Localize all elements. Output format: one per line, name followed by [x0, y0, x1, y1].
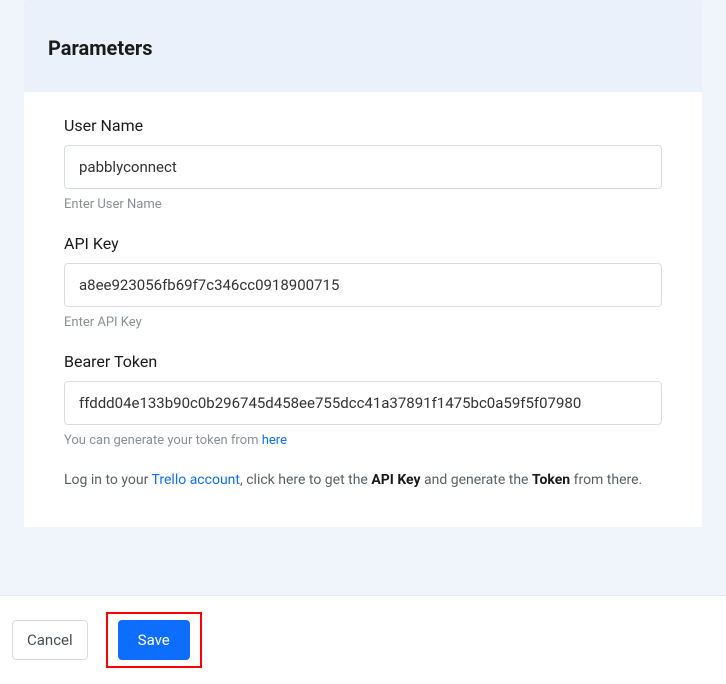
bearer-group: Bearer Token You can generate your token… [64, 352, 662, 448]
username-hint: Enter User Name [64, 197, 662, 212]
apikey-group: API Key Enter API Key [64, 234, 662, 330]
bearer-label: Bearer Token [64, 352, 662, 371]
apikey-label: API Key [64, 234, 662, 253]
username-group: User Name Enter User Name [64, 116, 662, 212]
bearer-hint: You can generate your token from here [64, 433, 662, 448]
bearer-hint-prefix: You can generate your token from [64, 433, 262, 448]
apikey-hint: Enter API Key [64, 315, 662, 330]
parameters-panel: Parameters User Name Enter User Name API… [24, 0, 702, 527]
info-bold-token: Token [532, 472, 570, 488]
footer-bar: Cancel Save [0, 595, 726, 684]
info-part2: , click here to get the [240, 472, 371, 488]
panel-title: Parameters [48, 36, 678, 60]
info-text: Log in to your Trello account, click her… [64, 470, 662, 491]
panel-body: User Name Enter User Name API Key Enter … [24, 92, 702, 527]
info-part3: and generate the [421, 472, 532, 488]
panel-header: Parameters [24, 0, 702, 92]
bearer-hint-link[interactable]: here [262, 433, 287, 448]
trello-account-link[interactable]: Trello account [152, 472, 240, 488]
info-part4: from there. [570, 472, 642, 488]
bearer-input[interactable] [64, 381, 662, 425]
username-input[interactable] [64, 145, 662, 189]
cancel-button[interactable]: Cancel [12, 620, 88, 660]
save-button[interactable]: Save [118, 620, 190, 660]
apikey-input[interactable] [64, 263, 662, 307]
info-bold-apikey: API Key [371, 472, 420, 488]
info-part1: Log in to your [64, 472, 152, 488]
save-highlight-box: Save [106, 612, 202, 668]
username-label: User Name [64, 116, 662, 135]
